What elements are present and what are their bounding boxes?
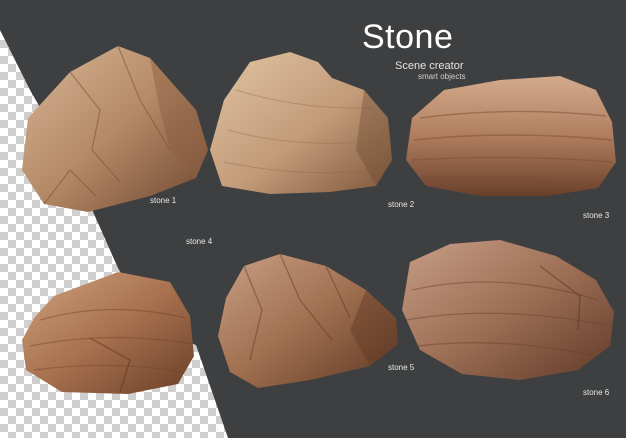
stone-3-icon — [406, 76, 616, 196]
stone-6-icon — [402, 240, 614, 380]
stone-label: stone 1 — [150, 196, 177, 205]
stone-label: stone 3 — [583, 211, 610, 220]
stone-label: stone 2 — [388, 200, 415, 209]
transparency-checkerboard: Stone Scene creator smart objects stone … — [0, 0, 626, 438]
stone-label: stone 5 — [388, 363, 415, 372]
stone-5-icon — [218, 253, 398, 388]
stone-2-icon — [210, 52, 392, 194]
stone-1-icon — [22, 45, 208, 212]
stone-label: stone 4 — [186, 237, 213, 246]
stone-4-icon — [22, 272, 194, 394]
stone-label: stone 6 — [583, 388, 610, 397]
stones-illustration — [22, 45, 616, 394]
